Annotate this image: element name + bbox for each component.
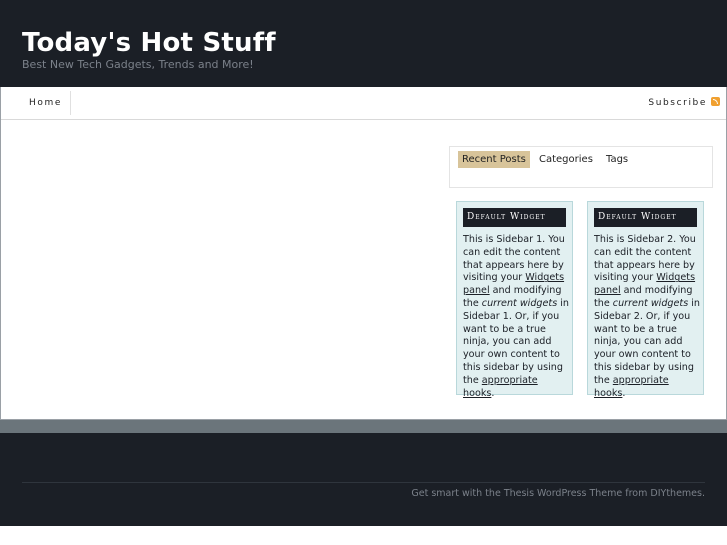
page-bottom-strip	[0, 526, 727, 545]
widget-emphasis: current widgets	[612, 297, 689, 309]
widget-text: This is Sidebar 2. You can edit the cont…	[594, 234, 702, 400]
widget-text-part: in Sidebar 1. Or, if you want to be a tr…	[463, 297, 569, 386]
thesis-theme-link[interactable]: Thesis WordPress Theme	[504, 488, 622, 499]
widget-text: This is Sidebar 1. You can edit the cont…	[463, 234, 571, 400]
subscribe-label: Subscribe	[648, 98, 707, 108]
nav-home-link[interactable]: Home	[1, 91, 71, 115]
diythemes-link[interactable]: DIYthemes	[650, 488, 702, 499]
widget-title: Default Widget	[594, 208, 697, 227]
widget-emphasis: current widgets	[481, 297, 558, 309]
tab-recent-posts[interactable]: Recent Posts	[458, 151, 530, 168]
widget-text-part: .	[491, 387, 495, 399]
site-tagline: Best New Tech Gadgets, Trends and More!	[22, 58, 254, 71]
tab-categories[interactable]: Categories	[535, 151, 597, 168]
site-header: Today's Hot Stuff Best New Tech Gadgets,…	[0, 0, 727, 87]
footer-credits: Get smart with the Thesis WordPress Them…	[411, 488, 705, 499]
site-title[interactable]: Today's Hot Stuff	[22, 27, 276, 59]
sidebar-tabs: Recent Posts Categories Tags	[449, 146, 713, 188]
tab-tags[interactable]: Tags	[602, 151, 632, 168]
site-footer: Get smart with the Thesis WordPress Them…	[0, 433, 727, 526]
nav-bar: Home Subscribe	[1, 87, 726, 120]
subscribe-link[interactable]: Subscribe	[648, 91, 720, 115]
sidebar-1-widget: Default Widget This is Sidebar 1. You ca…	[456, 201, 573, 399]
rss-icon	[711, 97, 720, 106]
footer-text-part: from	[622, 488, 651, 499]
widget-text-part: in Sidebar 2. Or, if you want to be a tr…	[594, 297, 700, 386]
footer-band	[0, 420, 727, 433]
widget-title: Default Widget	[463, 208, 566, 227]
page-content: Home Subscribe Recent Posts Categories T…	[0, 87, 727, 420]
footer-divider	[22, 482, 705, 483]
footer-text-part: Get smart with the	[411, 488, 504, 499]
sidebar-2-widget: Default Widget This is Sidebar 2. You ca…	[587, 201, 704, 399]
footer-text-part: .	[701, 488, 705, 499]
widget-text-part: .	[622, 387, 626, 399]
